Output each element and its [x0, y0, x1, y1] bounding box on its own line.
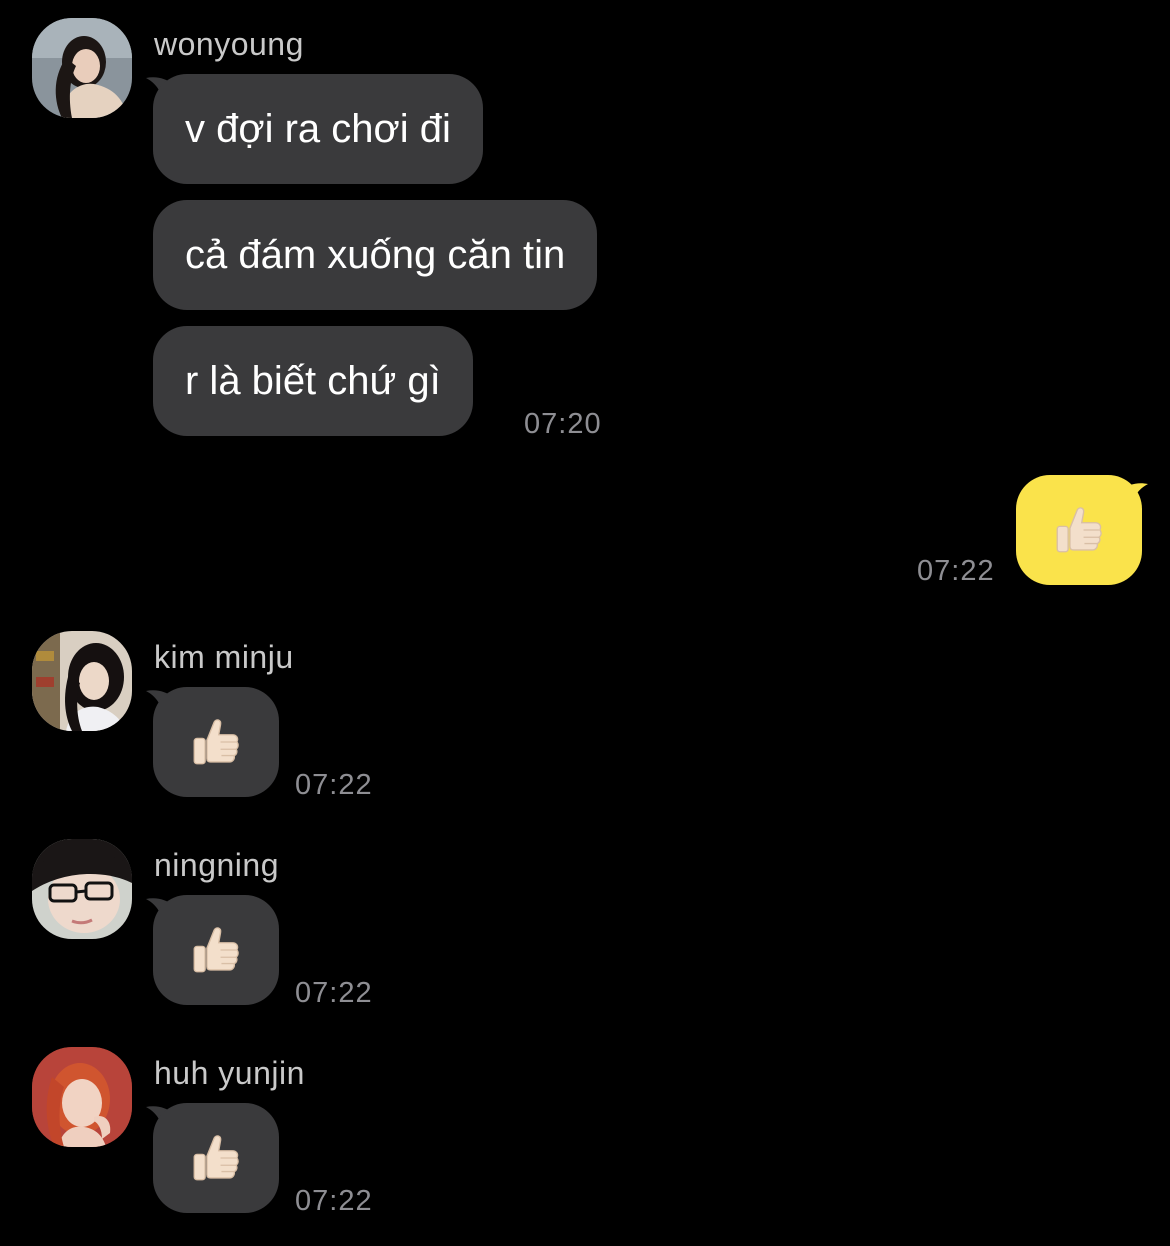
- avatar-image: [32, 631, 132, 731]
- avatar-kim-minju[interactable]: [32, 631, 132, 731]
- thumbs-up-icon: [187, 713, 245, 771]
- message-bubble[interactable]: [153, 895, 279, 1005]
- avatar-ningning[interactable]: [32, 839, 132, 939]
- avatar-image: [32, 839, 132, 939]
- thumbs-up-icon: [1050, 501, 1108, 559]
- sender-name: ningning: [154, 847, 279, 883]
- message-timestamp: 07:22: [295, 1185, 373, 1217]
- thumbs-up-icon: [187, 921, 245, 979]
- bubble-tail: [1118, 478, 1148, 518]
- avatar-image: [32, 18, 132, 118]
- message-timestamp: 07:22: [295, 769, 373, 801]
- message-bubble[interactable]: [153, 687, 279, 797]
- message-bubble[interactable]: [153, 1103, 279, 1213]
- message-timestamp: 07:20: [524, 408, 602, 440]
- thumbs-up-icon: [187, 1129, 245, 1187]
- message-timestamp: 07:22: [917, 555, 995, 587]
- avatar-image: [32, 1047, 132, 1147]
- sender-name: huh yunjin: [154, 1055, 305, 1091]
- avatar-huh-yunjin[interactable]: [32, 1047, 132, 1147]
- sender-name: wonyoung: [154, 26, 304, 62]
- message-bubble[interactable]: v đợi ra chơi đi: [153, 74, 483, 184]
- message-bubble[interactable]: cả đám xuống căn tin: [153, 200, 598, 310]
- message-timestamp: 07:22: [295, 977, 373, 1009]
- message-bubble[interactable]: r là biết chứ gì: [153, 326, 473, 436]
- avatar-wonyoung[interactable]: [32, 18, 132, 118]
- sender-name: kim minju: [154, 639, 294, 675]
